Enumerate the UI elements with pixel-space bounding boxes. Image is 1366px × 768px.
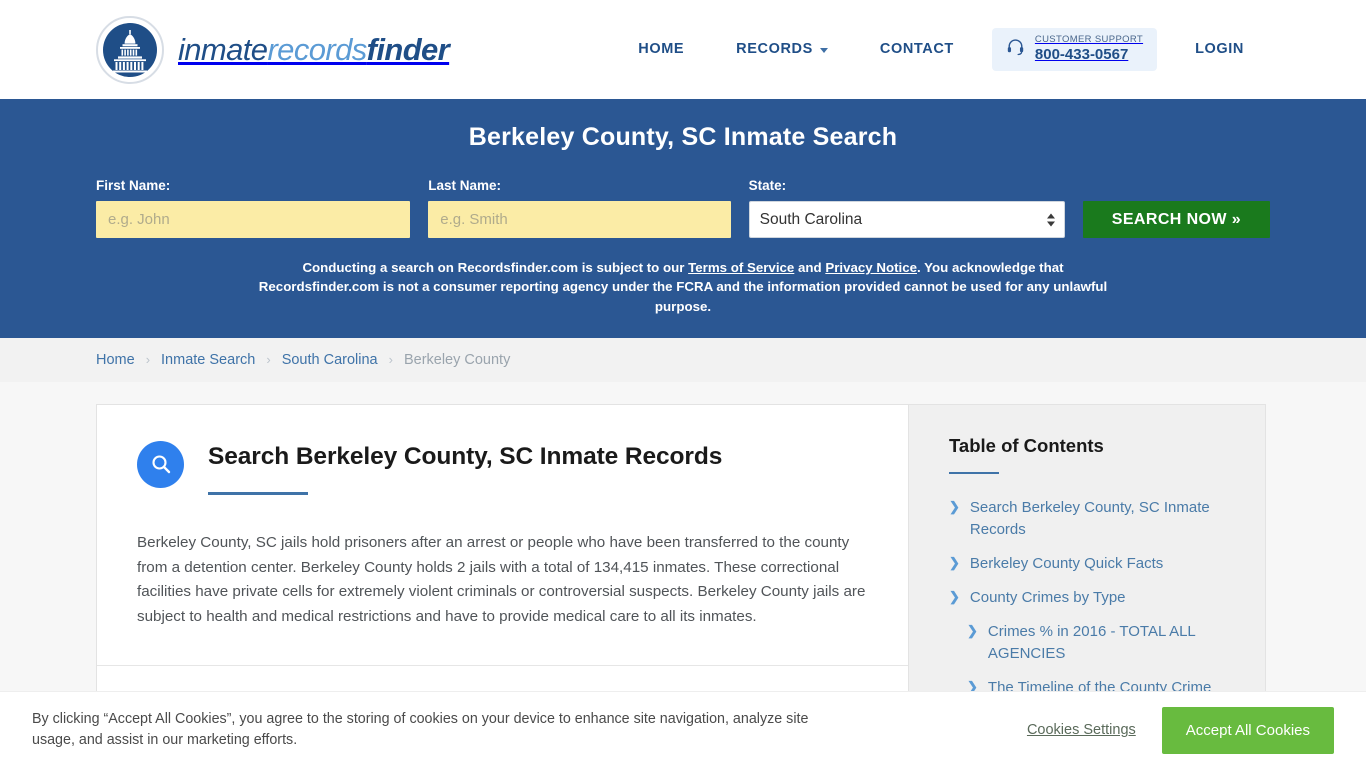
support-label: CUSTOMER SUPPORT xyxy=(1034,34,1144,46)
section-heading-wrap: Search Berkeley County, SC Inmate Record… xyxy=(208,439,723,496)
breadcrumb-item-inmate-search[interactable]: Inmate Search xyxy=(161,352,255,368)
state-select-wrapper xyxy=(748,201,1065,238)
nav-label-login: LOGIN xyxy=(1195,41,1244,58)
chevron-down-icon xyxy=(819,47,828,53)
toc-list: ❯ Search Berkeley County, SC Inmate Reco… xyxy=(949,497,1237,721)
site-header: inmaterecordsfinder HOME RECORDS CONTACT xyxy=(0,0,1366,99)
state-select[interactable] xyxy=(748,201,1065,238)
cookie-consent-text: By clicking “Accept All Cookies”, you ag… xyxy=(32,710,809,748)
headset-icon xyxy=(1006,37,1025,61)
capitol-dome-icon xyxy=(96,15,164,84)
support-phone-number: 800-433-0567 xyxy=(1034,46,1129,64)
hero-search-section: Berkeley County, SC Inmate Search First … xyxy=(0,99,1366,338)
site-logo[interactable]: inmaterecordsfinder xyxy=(96,15,450,84)
section-paragraph: Berkeley County, SC jails hold prisoners… xyxy=(137,534,866,626)
terms-of-service-link[interactable]: Terms of Service xyxy=(688,260,794,275)
state-label: State: xyxy=(748,178,787,193)
nav-item-records[interactable]: RECORDS xyxy=(710,41,854,57)
first-name-field-group: First Name: xyxy=(96,178,411,238)
content-card-inner: Search Berkeley County, SC Inmate Record… xyxy=(97,405,908,665)
heading-underline xyxy=(208,492,308,496)
toc-link[interactable]: County Crimes by Type xyxy=(970,587,1126,609)
nav-label-home: HOME xyxy=(638,41,685,58)
support-text: CUSTOMER SUPPORT 800-433-0567 xyxy=(1034,34,1144,64)
chevron-right-icon: ❯ xyxy=(949,588,960,604)
brand-wordmark: inmaterecordsfinder xyxy=(178,32,450,67)
toc-link[interactable]: Berkeley County Quick Facts xyxy=(970,553,1163,575)
breadcrumb-item-home[interactable]: Home xyxy=(96,352,135,368)
search-icon xyxy=(137,440,184,488)
breadcrumb: Home › Inmate Search › South Carolina › … xyxy=(0,337,1366,382)
toc-item[interactable]: ❯ Crimes % in 2016 - TOTAL ALL AGENCIES xyxy=(949,621,1237,665)
cookies-settings-link[interactable]: Cookies Settings xyxy=(1027,722,1136,738)
search-disclaimer: Conducting a search on Recordsfinder.com… xyxy=(253,258,1113,316)
first-name-label: First Name: xyxy=(96,178,171,193)
section-heading-row: Search Berkeley County, SC Inmate Record… xyxy=(137,439,868,496)
disclaimer-part-1: Conducting a search on Recordsfinder.com… xyxy=(302,260,689,275)
chevron-right-icon: ❯ xyxy=(949,498,960,514)
toc-item[interactable]: ❯ Berkeley County Quick Facts xyxy=(949,553,1237,575)
main-navigation: HOME RECORDS CONTACT CUSTOMER SUPPORT 80… xyxy=(612,28,1270,71)
customer-support-button[interactable]: CUSTOMER SUPPORT 800-433-0567 xyxy=(991,28,1158,71)
nav-item-contact[interactable]: CONTACT xyxy=(854,41,980,57)
cookie-consent-actions: Cookies Settings Accept All Cookies xyxy=(1027,706,1334,754)
nav-item-login[interactable]: LOGIN xyxy=(1169,41,1270,57)
toc-item[interactable]: ❯ Search Berkeley County, SC Inmate Reco… xyxy=(949,497,1237,541)
toc-item[interactable]: ❯ County Crimes by Type xyxy=(949,587,1237,609)
breadcrumb-item-south-carolina[interactable]: South Carolina xyxy=(282,352,378,368)
page-root: inmaterecordsfinder HOME RECORDS CONTACT xyxy=(0,0,1366,768)
section-heading: Search Berkeley County, SC Inmate Record… xyxy=(208,442,723,470)
privacy-notice-link[interactable]: Privacy Notice xyxy=(825,260,917,275)
chevron-right-icon: › xyxy=(388,352,393,368)
brand-word-records: records xyxy=(267,32,367,67)
chevron-right-icon: › xyxy=(266,352,271,368)
toc-title: Table of Contents xyxy=(949,434,1104,456)
breadcrumb-item-berkeley-county: Berkeley County xyxy=(403,351,511,368)
cookie-consent-banner: By clicking “Accept All Cookies”, you ag… xyxy=(0,691,1366,768)
last-name-input[interactable] xyxy=(428,201,731,238)
card-divider xyxy=(97,664,908,666)
search-now-button[interactable]: SEARCH NOW » xyxy=(1082,201,1270,238)
nav-item-home[interactable]: HOME xyxy=(612,41,710,57)
brand-word-finder: finder xyxy=(366,32,450,67)
state-field-group: State: xyxy=(748,178,1065,238)
disclaimer-part-2: and xyxy=(794,260,826,275)
chevron-right-icon: ❯ xyxy=(949,554,960,570)
brand-word-inmate: inmate xyxy=(178,32,268,67)
nav-label-records: RECORDS xyxy=(736,41,813,58)
inmate-search-form: First Name: Last Name: State: SEARCH NOW… xyxy=(96,178,1270,238)
last-name-field-group: Last Name: xyxy=(428,178,731,238)
first-name-input[interactable] xyxy=(96,201,411,238)
nav-label-contact: CONTACT xyxy=(879,41,954,58)
page-title: Berkeley County, SC Inmate Search xyxy=(468,123,898,151)
chevron-right-icon: ❯ xyxy=(967,622,978,638)
toc-underline xyxy=(949,471,999,474)
toc-link[interactable]: Search Berkeley County, SC Inmate Record… xyxy=(970,497,1237,541)
last-name-label: Last Name: xyxy=(428,178,502,193)
toc-link[interactable]: Crimes % in 2016 - TOTAL ALL AGENCIES xyxy=(988,621,1237,665)
chevron-right-icon: › xyxy=(145,352,151,368)
accept-all-cookies-button[interactable]: Accept All Cookies xyxy=(1161,706,1334,754)
